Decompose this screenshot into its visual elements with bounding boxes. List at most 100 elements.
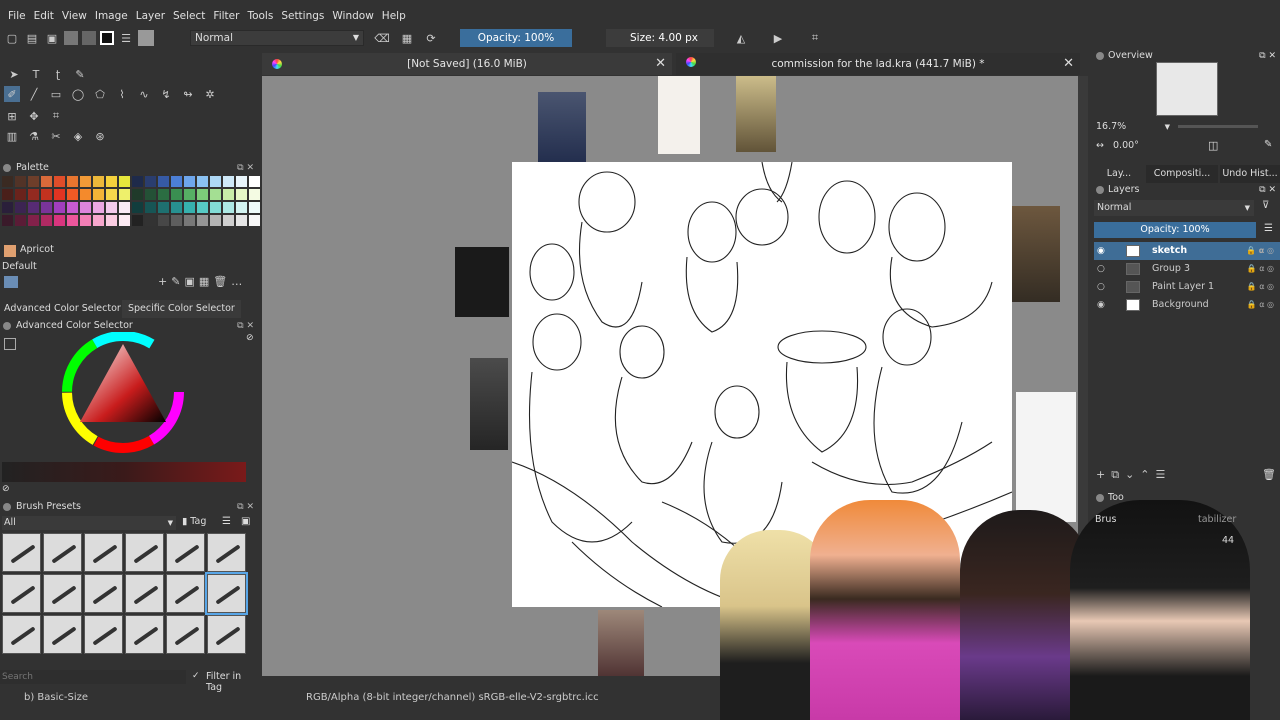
layer-properties-icon[interactable]: ☰ xyxy=(1156,468,1166,484)
palette-swatch[interactable] xyxy=(223,176,234,187)
crop-tool-icon[interactable]: ⌗ xyxy=(48,108,64,124)
palette-swatch[interactable] xyxy=(80,202,91,213)
palette-swatch[interactable] xyxy=(236,189,247,200)
palette-swatch[interactable] xyxy=(15,202,26,213)
palette-swatch[interactable] xyxy=(171,176,182,187)
palette-swatch[interactable] xyxy=(197,202,208,213)
close-icon[interactable]: ✕ xyxy=(1063,53,1074,75)
brush-search-input[interactable] xyxy=(0,670,186,684)
palette-swatch[interactable] xyxy=(145,189,156,200)
move-up-icon[interactable]: ⌃ xyxy=(1140,468,1149,484)
delete-color-icon[interactable]: 🗑 xyxy=(213,275,227,288)
zoom-select[interactable]: 16.7% ▼ xyxy=(1096,120,1174,134)
palette-swatch[interactable] xyxy=(119,189,130,200)
palette-swatch[interactable] xyxy=(54,176,65,187)
select-shapes-icon[interactable]: ➤ xyxy=(6,66,22,82)
menu-select[interactable]: Select xyxy=(169,8,209,26)
palette-swatch[interactable] xyxy=(80,189,91,200)
palette-swatch[interactable] xyxy=(106,189,117,200)
palette-swatch[interactable] xyxy=(80,215,91,226)
right-tab-1[interactable]: Compositi... xyxy=(1146,165,1218,183)
palette-swatch[interactable] xyxy=(210,189,221,200)
zoom-slider[interactable] xyxy=(1178,125,1258,128)
gradient-icon[interactable] xyxy=(82,31,96,45)
brush-preset-grid[interactable] xyxy=(2,533,248,667)
brush-preset-icon[interactable] xyxy=(138,30,154,46)
brush-preset-thumbnail[interactable] xyxy=(84,615,123,654)
brush-settings-icon[interactable]: ☰ xyxy=(118,30,134,46)
palette-swatch[interactable] xyxy=(210,215,221,226)
dynamic-brush-icon[interactable]: ↬ xyxy=(180,86,196,102)
list-view-icon[interactable]: ☰ xyxy=(222,516,231,527)
palette-swatch[interactable] xyxy=(184,215,195,226)
palette-swatch[interactable] xyxy=(28,215,39,226)
color-picker-icon[interactable]: ⚗ xyxy=(26,128,42,144)
brush-preset-thumbnail[interactable] xyxy=(84,574,123,613)
opacity-slider[interactable]: Opacity: 100% xyxy=(460,29,572,47)
brush-blend-mode-select[interactable]: Normal ▼ xyxy=(190,30,364,46)
layer-row[interactable]: ◉ Background 🔒 ⍺ ◎ xyxy=(1094,296,1280,314)
brush-preset-thumbnail[interactable] xyxy=(2,533,41,572)
mirror-horizontal-icon[interactable]: ◭ xyxy=(733,30,749,46)
palette-swatch[interactable] xyxy=(223,189,234,200)
palette-swatch[interactable] xyxy=(41,215,52,226)
palette-swatch[interactable] xyxy=(158,215,169,226)
edit-color-icon[interactable]: ✎ xyxy=(171,275,180,288)
palette-swatch[interactable] xyxy=(15,215,26,226)
palette-swatch[interactable] xyxy=(236,176,247,187)
brush-preset-thumbnail[interactable] xyxy=(166,574,205,613)
menu-filter[interactable]: Filter xyxy=(209,8,243,26)
palette-swatch[interactable] xyxy=(67,189,78,200)
menu-view[interactable]: View xyxy=(58,8,91,26)
palette-swatch[interactable] xyxy=(119,176,130,187)
reference-image[interactable] xyxy=(455,247,509,317)
rectangle-tool-icon[interactable]: ▭ xyxy=(48,86,64,102)
brush-preset-thumbnail[interactable] xyxy=(207,615,246,654)
eye-icon[interactable]: ◉ xyxy=(1097,296,1105,314)
multibrush-icon[interactable]: ✲ xyxy=(202,86,218,102)
smart-patch-icon[interactable]: ✂ xyxy=(48,128,64,144)
palette-swatch[interactable] xyxy=(106,202,117,213)
palette-swatch[interactable] xyxy=(171,215,182,226)
palette-swatch[interactable] xyxy=(132,202,143,213)
move-down-icon[interactable]: ⌄ xyxy=(1125,468,1134,484)
reload-preset-icon[interactable]: ⟳ xyxy=(423,30,439,46)
palette-swatch[interactable] xyxy=(2,176,13,187)
polyline-tool-icon[interactable]: ⌇ xyxy=(114,86,130,102)
reference-image[interactable] xyxy=(658,76,700,154)
new-document-icon[interactable]: ▢ xyxy=(4,30,20,46)
palette-swatch[interactable] xyxy=(223,215,234,226)
right-tab-2[interactable]: Undo Hist... xyxy=(1220,165,1280,183)
palette-swatch[interactable] xyxy=(197,176,208,187)
brush-preset-thumbnail[interactable] xyxy=(43,615,82,654)
freehand-path-icon[interactable]: ↯ xyxy=(158,86,174,102)
palette-swatch[interactable] xyxy=(158,202,169,213)
layer-filter-icon[interactable]: ⊽ xyxy=(1262,200,1269,211)
selector-settings-icon[interactable] xyxy=(4,338,16,350)
palette-swatch[interactable] xyxy=(210,202,221,213)
palette-swatch[interactable] xyxy=(132,215,143,226)
palette-swatch[interactable] xyxy=(184,176,195,187)
palette-swatch[interactable] xyxy=(54,215,65,226)
palette-swatch[interactable] xyxy=(158,176,169,187)
reset-icon[interactable]: ⊘ xyxy=(246,333,254,343)
palette-swatch[interactable] xyxy=(236,215,247,226)
palette-swatch[interactable] xyxy=(145,202,156,213)
line-tool-icon[interactable]: ╱ xyxy=(26,86,42,102)
ellipse-tool-icon[interactable]: ◯ xyxy=(70,86,86,102)
palette-swatch[interactable] xyxy=(2,189,13,200)
eye-closed-icon[interactable]: ○ xyxy=(1097,260,1105,278)
menu-window[interactable]: Window xyxy=(328,8,377,26)
layer-opacity-slider[interactable]: Opacity: 100% xyxy=(1094,222,1256,238)
polygon-tool-icon[interactable]: ⬠ xyxy=(92,86,108,102)
palette-swatch[interactable] xyxy=(119,215,130,226)
wrap-icon[interactable]: ⌗ xyxy=(807,30,823,46)
size-slider[interactable]: Size: 4.00 px xyxy=(606,29,714,47)
palette-swatch[interactable] xyxy=(15,176,26,187)
palette-swatch[interactable] xyxy=(106,176,117,187)
palette-swatch[interactable] xyxy=(223,202,234,213)
save-icon[interactable]: ▣ xyxy=(44,30,60,46)
palette-swatch[interactable] xyxy=(210,176,221,187)
tab-commission[interactable]: commission for the lad.kra (441.7 MiB) *… xyxy=(676,53,1080,75)
palette-swatch[interactable] xyxy=(93,176,104,187)
